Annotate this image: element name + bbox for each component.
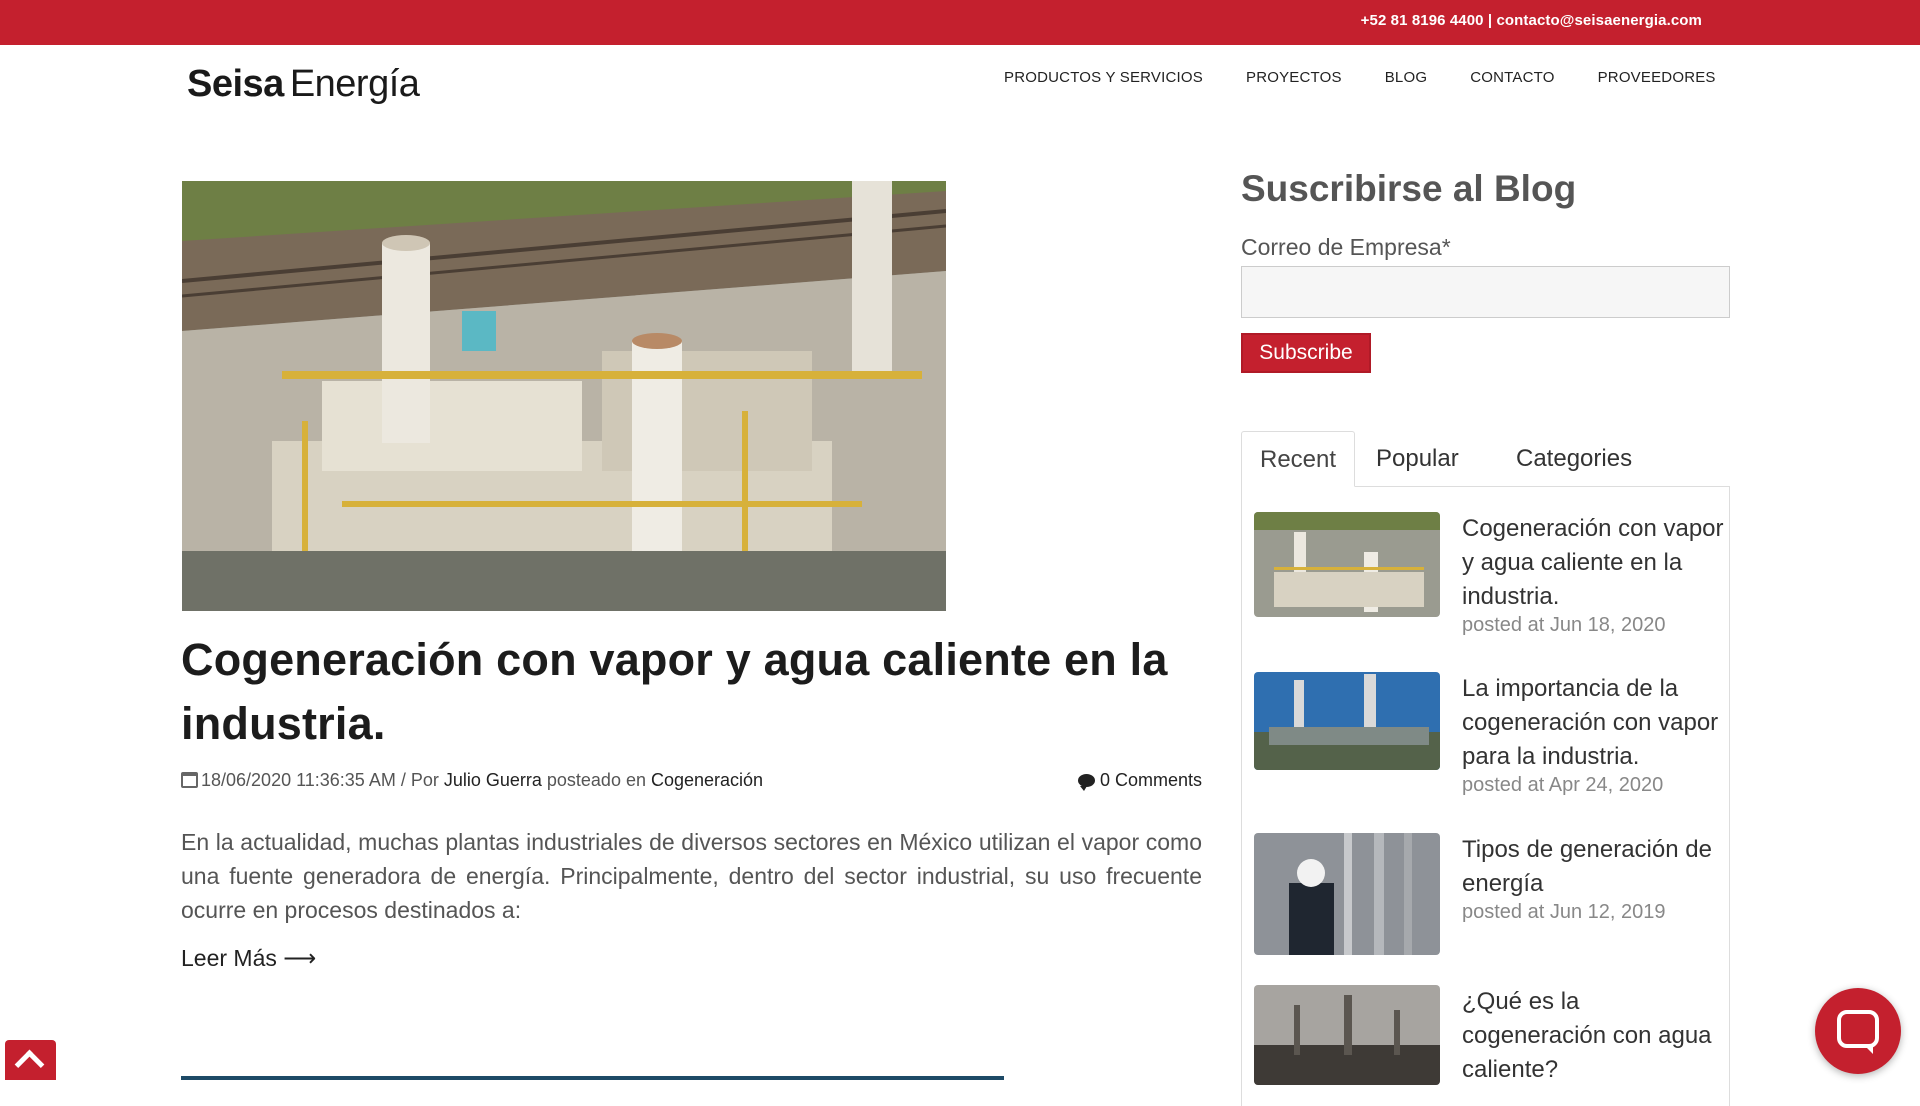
- tab-recent[interactable]: Recent: [1241, 431, 1356, 487]
- chat-icon: [1837, 1010, 1879, 1048]
- comments-count: 0 Comments: [1099, 770, 1202, 790]
- recent-post-date: posted at Jun 12, 2019: [1462, 901, 1666, 923]
- post-author[interactable]: Julio Guerra: [444, 770, 542, 790]
- nav-blog[interactable]: BLOG: [1385, 69, 1427, 86]
- contact-info[interactable]: +52 81 8196 4400 | contacto@seisaenergia…: [1361, 12, 1702, 29]
- post-meta: 18/06/2020 11:36:35 AM / Por Julio Guerr…: [181, 770, 1202, 791]
- main-nav: PRODUCTOS Y SERVICIOS PROYECTOS BLOG CON…: [1004, 69, 1759, 86]
- recent-posts-panel: Cogeneración con vapor y agua caliente e…: [1241, 486, 1730, 1106]
- next-post-image-edge: [181, 1076, 1004, 1080]
- site-logo[interactable]: Seisa Energía: [187, 63, 420, 106]
- recent-post-thumbnail[interactable]: [1254, 833, 1440, 955]
- top-bar: +52 81 8196 4400 | contacto@seisaenergia…: [0, 0, 1920, 45]
- sidebar-title: Suscribirse al Blog: [1241, 168, 1577, 209]
- comment-icon: [1077, 774, 1095, 791]
- post-category[interactable]: Cogeneración: [651, 770, 763, 790]
- sidebar-tabs: Recent Popular Categories: [1241, 431, 1730, 487]
- tab-categories[interactable]: Categories: [1498, 431, 1650, 487]
- read-more-link[interactable]: Leer Más ⟶: [181, 945, 316, 972]
- posted-in-label: posteado en: [541, 770, 651, 790]
- recent-post-title[interactable]: La importancia de la cogeneración con va…: [1462, 672, 1727, 774]
- nav-productos-servicios[interactable]: PRODUCTOS Y SERVICIOS: [1004, 69, 1203, 86]
- recent-post-date: posted at Jun 18, 2020: [1462, 614, 1666, 636]
- chat-icon-tail: [1863, 1044, 1873, 1054]
- comments-link[interactable]: 0 Comments: [1077, 770, 1202, 791]
- recent-post-thumbnail[interactable]: [1254, 672, 1440, 770]
- calendar-icon: [181, 772, 198, 788]
- email-label: Correo de Empresa*: [1241, 234, 1451, 260]
- nav-contacto[interactable]: CONTACTO: [1470, 69, 1554, 86]
- scroll-top-button[interactable]: [5, 1040, 56, 1080]
- recent-post-thumbnail[interactable]: [1254, 512, 1440, 617]
- recent-post-date: posted at Apr 24, 2020: [1462, 774, 1664, 796]
- by-label: / Por: [395, 770, 444, 790]
- chat-widget-button[interactable]: [1815, 988, 1901, 1074]
- recent-post-title[interactable]: Tipos de generación de energía: [1462, 833, 1727, 901]
- subscribe-button[interactable]: Subscribe: [1241, 333, 1371, 373]
- post-excerpt: En la actualidad, muchas plantas industr…: [181, 829, 1202, 923]
- recent-post-title[interactable]: ¿Qué es la cogeneración con agua calient…: [1462, 985, 1727, 1087]
- logo-light: Energía: [289, 63, 420, 105]
- post-title[interactable]: Cogeneración con vapor y agua caliente e…: [181, 628, 1181, 756]
- site-header: Seisa Energía PRODUCTOS Y SERVICIOS PROYE…: [0, 45, 1920, 135]
- featured-image[interactable]: [182, 181, 946, 611]
- nav-proyectos[interactable]: PROYECTOS: [1246, 69, 1342, 86]
- logo-bold: Seisa: [187, 63, 284, 105]
- post-date: 18/06/2020 11:36:35 AM: [201, 770, 396, 790]
- recent-post-thumbnail[interactable]: [1254, 985, 1440, 1085]
- email-input[interactable]: [1241, 266, 1730, 318]
- recent-post-title[interactable]: Cogeneración con vapor y agua caliente e…: [1462, 512, 1727, 614]
- nav-proveedores[interactable]: PROVEEDORES: [1598, 69, 1716, 86]
- tab-popular[interactable]: Popular: [1358, 431, 1477, 487]
